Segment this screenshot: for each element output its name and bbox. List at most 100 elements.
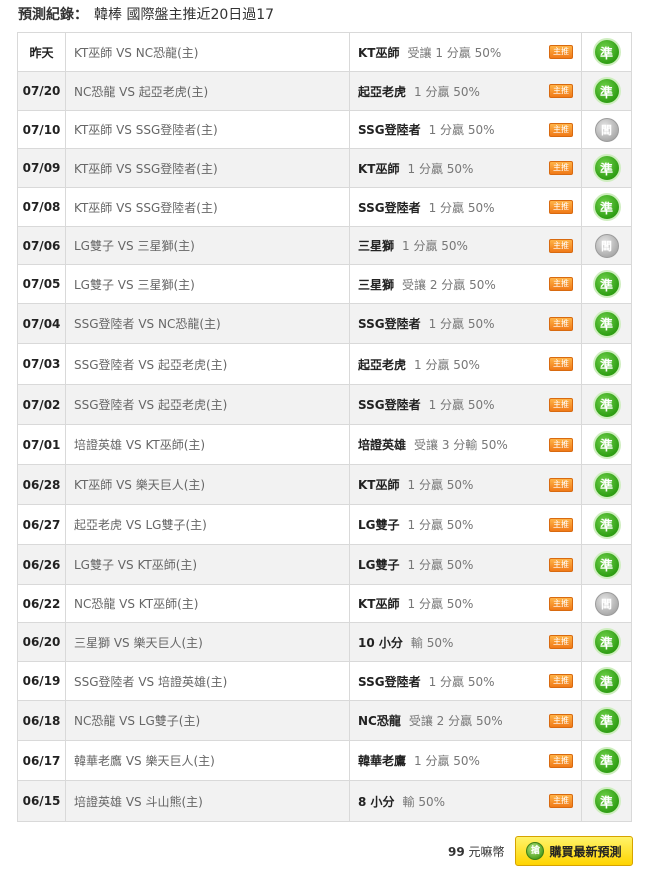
pick-team: 培證英雄 xyxy=(358,438,407,452)
row-match: SSG登陸者 VS NC恐龍(主) xyxy=(66,304,350,344)
table-row: 06/17 韓華老鷹 VS 樂天巨人(主) 韓華老鷹 1 分贏 50% 主推 準 xyxy=(18,741,632,781)
pick-team: SSG登陸者 xyxy=(358,398,421,412)
pick-odds: 輸 50% xyxy=(410,635,454,650)
pick-team: KT巫師 xyxy=(358,161,400,176)
row-pick: LG雙子 1 分贏 50% 主推 xyxy=(350,545,582,585)
row-match: LG雙子 VS 三星獅(主) xyxy=(66,227,350,265)
result-hit-badge: 準 xyxy=(592,38,621,66)
result-hit-badge: 準 xyxy=(592,510,621,539)
main-pick-tag: 主推 xyxy=(549,794,573,808)
row-result: 準 xyxy=(582,265,632,304)
row-result: 準 xyxy=(582,33,632,72)
main-pick-tag: 主推 xyxy=(549,635,573,649)
pick-odds: 輸 50% xyxy=(402,794,446,809)
row-date: 07/08 xyxy=(18,188,66,227)
row-pick: 起亞老虎 1 分贏 50% 主推 xyxy=(350,72,582,111)
pick-odds: 1 分贏 50% xyxy=(414,754,480,768)
pick-team: SSG登陸者 xyxy=(358,674,421,689)
row-pick: 三星獅 1 分贏 50% 主推 xyxy=(350,227,582,265)
row-date: 昨天 xyxy=(18,33,66,72)
table-row: 06/20 三星獅 VS 樂天巨人(主) 10 小分輸 50% 主推 準 xyxy=(18,623,632,662)
row-match: 培證英雄 VS 斗山熊(主) xyxy=(66,781,350,822)
row-result: 準 xyxy=(582,701,632,741)
row-date: 07/09 xyxy=(18,149,66,188)
table-row: 07/09 KT巫師 VS SSG登陸者(主) KT巫師 1 分贏 50% 主推 準 xyxy=(18,149,632,188)
row-date: 07/05 xyxy=(18,265,66,304)
page-header: 預測紀錄： 韓棒 國際盤主推近20日過17 xyxy=(18,4,274,26)
row-match: 起亞老虎 VS LG雙子(主) xyxy=(66,505,350,545)
result-hit-badge: 準 xyxy=(592,706,621,735)
row-pick: 8 小分輸 50% 主推 xyxy=(350,781,582,822)
main-pick-tag: 主推 xyxy=(549,45,573,59)
row-match: LG雙子 VS 三星獅(主) xyxy=(66,265,350,304)
row-pick: 培證英雄 受讓 3 分輸 50% 主推 xyxy=(350,425,582,465)
row-match: LG雙子 VS KT巫師(主) xyxy=(66,545,350,585)
row-match: 韓華老鷹 VS 樂天巨人(主) xyxy=(66,741,350,781)
row-pick: SSG登陸者 1 分贏 50% 主推 xyxy=(350,188,582,227)
row-match: SSG登陸者 VS 培證英雄(主) xyxy=(66,662,350,701)
row-result: 準 xyxy=(582,304,632,344)
pick-odds: 1 分贏 50% xyxy=(414,357,480,372)
row-result: 準 xyxy=(582,72,632,111)
result-hit-badge: 準 xyxy=(592,746,621,775)
row-result: 準 xyxy=(582,505,632,545)
row-match: KT巫師 VS SSG登陸者(主) xyxy=(66,111,350,149)
row-date: 06/17 xyxy=(18,741,66,781)
main-pick-tag: 主推 xyxy=(549,277,573,291)
row-match: 三星獅 VS 樂天巨人(主) xyxy=(66,623,350,662)
row-pick: SSG登陸者 1 分贏 50% 主推 xyxy=(350,304,582,344)
row-result: 準 xyxy=(582,741,632,781)
row-date: 06/27 xyxy=(18,505,66,545)
row-result: 準 xyxy=(582,149,632,188)
row-result: 闆 xyxy=(582,585,632,623)
main-pick-tag: 主推 xyxy=(549,477,573,492)
pick-odds: 1 分贏 50% xyxy=(428,123,495,137)
row-pick: 三星獅 受讓 2 分贏 50% 主推 xyxy=(350,265,582,304)
result-hit-badge: 準 xyxy=(592,309,621,338)
pick-team: 10 小分 xyxy=(358,635,403,650)
row-date: 07/10 xyxy=(18,111,66,149)
pick-team: LG雙子 xyxy=(358,558,400,572)
result-hit-badge: 準 xyxy=(592,550,621,579)
pick-team: NC恐龍 xyxy=(358,714,401,728)
main-pick-tag: 主推 xyxy=(549,437,573,452)
pick-team: 三星獅 xyxy=(358,277,395,292)
buy-latest-prediction-button[interactable]: 搶 購買最新預測 xyxy=(515,836,633,866)
table-row: 07/01 培證英雄 VS KT巫師(主) 培證英雄 受讓 3 分輸 50% 主推 準 xyxy=(18,425,632,465)
row-pick: LG雙子 1 分贏 50% 主推 xyxy=(350,505,582,545)
row-result: 準 xyxy=(582,623,632,662)
table-row: 06/15 培證英雄 VS 斗山熊(主) 8 小分輸 50% 主推 準 xyxy=(18,781,632,822)
pick-team: SSG登陸者 xyxy=(358,200,421,215)
table-row: 07/10 KT巫師 VS SSG登陸者(主) SSG登陸者 1 分贏 50% 主推 闆 xyxy=(18,111,632,149)
result-hit-badge: 準 xyxy=(592,390,621,419)
row-date: 07/01 xyxy=(18,425,66,465)
row-match: NC恐龍 VS KT巫師(主) xyxy=(66,585,350,623)
table-row: 06/27 起亞老虎 VS LG雙子(主) LG雙子 1 分贏 50% 主推 準 xyxy=(18,505,632,545)
row-result: 準 xyxy=(582,188,632,227)
row-match: KT巫師 VS 樂天巨人(主) xyxy=(66,465,350,505)
result-push-badge: 闆 xyxy=(594,233,619,258)
pick-team: KT巫師 xyxy=(358,597,400,611)
pick-odds: 1 分贏 50% xyxy=(428,398,495,412)
pick-odds: 1 分贏 50% xyxy=(407,161,474,176)
table-row: 06/18 NC恐龍 VS LG雙子(主) NC恐龍 受讓 2 分贏 50% 主推 準 xyxy=(18,701,632,741)
table-row: 06/22 NC恐龍 VS KT巫師(主) KT巫師 1 分贏 50% 主推 闆 xyxy=(18,585,632,623)
row-match: SSG登陸者 VS 起亞老虎(主) xyxy=(66,344,350,385)
result-hit-badge: 準 xyxy=(592,667,621,695)
row-date: 06/15 xyxy=(18,781,66,822)
table-row: 06/26 LG雙子 VS KT巫師(主) LG雙子 1 分贏 50% 主推 準 xyxy=(18,545,632,585)
row-match: KT巫師 VS NC恐龍(主) xyxy=(66,33,350,72)
table-row: 07/02 SSG登陸者 VS 起亞老虎(主) SSG登陸者 1 分贏 50% 主推 準 xyxy=(18,385,632,425)
row-match: KT巫師 VS SSG登陸者(主) xyxy=(66,188,350,227)
main-pick-tag: 主推 xyxy=(549,557,573,572)
header-label: 預測紀錄 xyxy=(18,7,74,23)
row-date: 07/20 xyxy=(18,72,66,111)
pick-odds: 受讓 2 分贏 50% xyxy=(408,714,503,728)
result-hit-badge: 準 xyxy=(592,193,621,221)
table-row: 昨天 KT巫師 VS NC恐龍(主) KT巫師 受讓 1 分贏 50% 主推 準 xyxy=(18,33,632,72)
main-pick-tag: 主推 xyxy=(549,596,573,611)
row-pick: SSG登陸者 1 分贏 50% 主推 xyxy=(350,385,582,425)
pick-odds: 1 分贏 50% xyxy=(428,200,495,215)
price-value: 99 xyxy=(448,845,465,859)
result-hit-badge: 準 xyxy=(592,470,621,499)
